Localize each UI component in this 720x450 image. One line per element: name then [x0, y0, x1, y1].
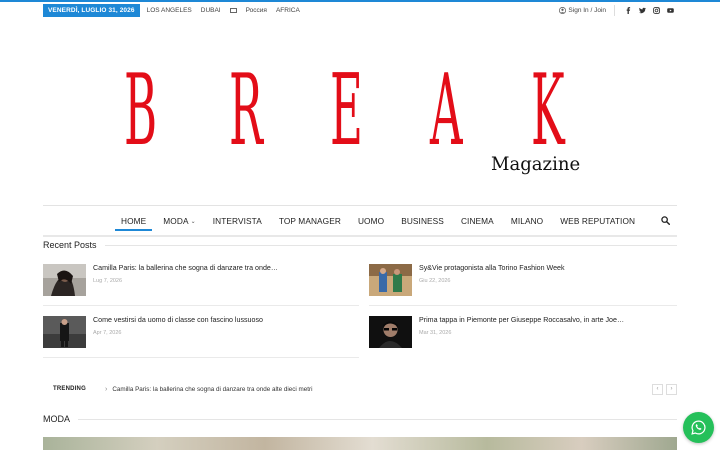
trending-bar: TRENDING › Camilla Paris: la ballerina c…: [43, 380, 677, 398]
moda-header: MODA: [43, 414, 677, 424]
post-item[interactable]: Come vestirsi da uomo di classe con fasc…: [43, 316, 343, 348]
post-thumbnail: [369, 316, 412, 348]
toplink-los-angeles[interactable]: LOS ANGELES: [147, 7, 192, 14]
trending-prev-button[interactable]: ‹: [652, 383, 663, 395]
flag-icon: [229, 8, 237, 13]
topbar-divider: [614, 5, 615, 16]
nav-item-milano[interactable]: MILANO: [505, 206, 549, 236]
recent-posts-header: Recent Posts: [43, 240, 677, 250]
main-nav: HOME MODA ⌄ INTERVISTA TOP MANAGER UOMO B…: [43, 205, 677, 237]
user-icon: [559, 7, 567, 14]
search-icon[interactable]: [661, 216, 670, 225]
post-title[interactable]: Come vestirsi da uomo di classe con fasc…: [93, 316, 263, 325]
toplink-russia[interactable]: Россия: [246, 7, 267, 14]
section-divider: [78, 418, 677, 420]
post-date: Mar 31, 2026: [419, 329, 452, 336]
top-bar: VENERDÌ, LUGLIO 31, 2026 LOS ANGELES DUB…: [43, 2, 677, 19]
date-badge: VENERDÌ, LUGLIO 31, 2026: [43, 4, 140, 17]
logo-subtitle: Magazine: [491, 153, 581, 175]
post-date: Lug 7, 2026: [93, 277, 123, 284]
post-divider: [43, 305, 359, 306]
twitter-icon[interactable]: [635, 4, 649, 17]
toplink-africa[interactable]: AFRICA: [276, 7, 300, 14]
instagram-icon[interactable]: [649, 4, 663, 17]
logo-letter: R: [229, 54, 263, 168]
toplink-flag[interactable]: [229, 7, 237, 14]
nav-item-moda[interactable]: MODA ⌄: [157, 206, 201, 236]
nav-item-top-manager[interactable]: TOP MANAGER: [273, 206, 347, 236]
top-right: Sign In / Join: [559, 4, 677, 17]
logo-letter: K: [531, 54, 565, 168]
post-item[interactable]: Camilla Paris: la ballerina che sogna di…: [43, 264, 343, 296]
post-title[interactable]: Camilla Paris: la ballerina che sogna di…: [93, 264, 278, 273]
logo-letter: E: [330, 54, 363, 168]
moda-feature-image[interactable]: [43, 437, 677, 450]
trending-headline[interactable]: Camilla Paris: la ballerina che sogna di…: [112, 386, 312, 393]
post-date: Giu 22, 2026: [419, 277, 451, 284]
signin-link[interactable]: Sign In / Join: [559, 7, 606, 14]
post-item[interactable]: Sy&Vie protagonista alla Torino Fashion …: [369, 264, 669, 296]
post-title[interactable]: Prima tappa in Piemonte per Giuseppe Roc…: [419, 316, 624, 325]
post-item[interactable]: Prima tappa in Piemonte per Giuseppe Roc…: [369, 316, 669, 348]
nav-item-business[interactable]: BUSINESS: [395, 206, 450, 236]
logo-letter: A: [430, 54, 463, 168]
youtube-icon[interactable]: [663, 4, 677, 17]
section-divider: [104, 244, 677, 246]
trending-label: TRENDING: [53, 386, 86, 392]
nav-item-intervista[interactable]: INTERVISTA: [207, 206, 268, 236]
post-divider: [369, 305, 677, 306]
chevron-down-icon: ⌄: [190, 218, 196, 225]
signin-label: Sign In / Join: [568, 7, 606, 14]
post-thumbnail: [43, 264, 86, 296]
whatsapp-button[interactable]: [683, 412, 714, 443]
trending-next-button[interactable]: ›: [666, 383, 677, 395]
whatsapp-icon: [691, 420, 706, 435]
chevron-right-icon: ›: [105, 385, 108, 393]
post-date: Apr 7, 2026: [93, 329, 122, 336]
nav-item-cinema[interactable]: CINEMA: [455, 206, 500, 236]
post-title[interactable]: Sy&Vie protagonista alla Torino Fashion …: [419, 264, 565, 273]
nav-item-uomo[interactable]: UOMO: [352, 206, 390, 236]
post-thumbnail: [369, 264, 412, 296]
top-links: LOS ANGELES DUBAI Россия AFRICA: [147, 7, 309, 14]
section-title: MODA: [43, 414, 70, 424]
post-thumbnail: [43, 316, 86, 348]
toplink-dubai[interactable]: DUBAI: [201, 7, 221, 14]
nav-item-home[interactable]: HOME: [115, 206, 153, 236]
nav-item-web-reputation[interactable]: WEB REPUTATION: [554, 206, 641, 236]
facebook-icon[interactable]: [621, 4, 635, 17]
site-logo[interactable]: B R E A K Magazine: [110, 58, 590, 180]
post-divider: [43, 357, 359, 358]
section-title: Recent Posts: [43, 240, 97, 250]
logo-letter: B: [124, 54, 158, 168]
